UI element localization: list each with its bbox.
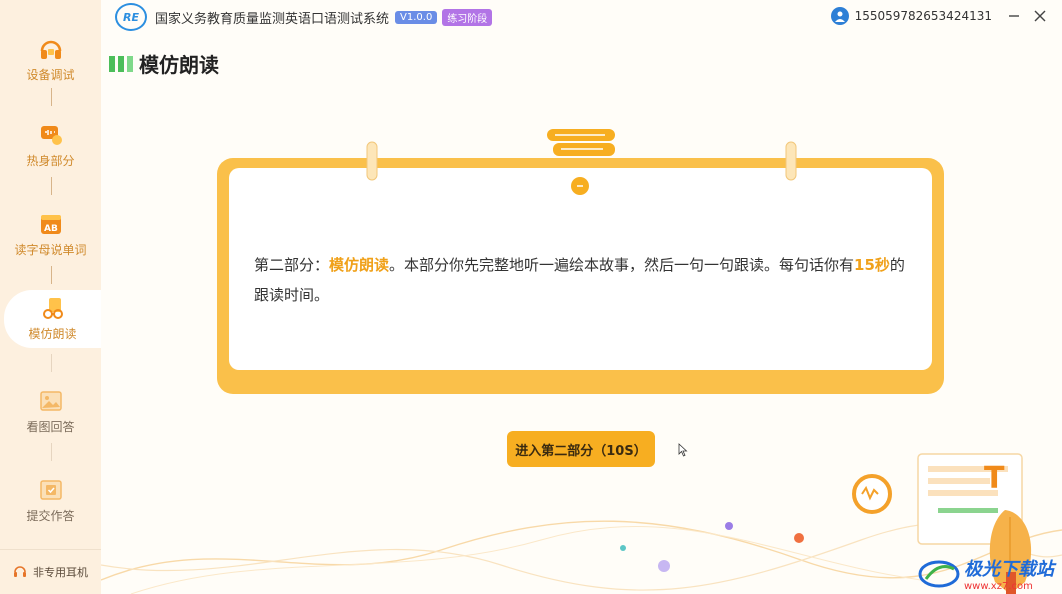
sidebar-divider [51, 177, 52, 195]
heading-bars [109, 55, 133, 72]
watermark-url: www.xz7.com [964, 581, 1033, 592]
sidebar-item-picture-answer[interactable]: 看图回答 [0, 383, 101, 441]
svg-text:AB: AB [44, 224, 58, 234]
sidebar-item-label: 模仿朗读 [28, 327, 77, 341]
sidebar-item-imitation-reading[interactable]: 模仿朗读 [4, 290, 101, 348]
watermark-title: 极光下载站 [964, 559, 1054, 580]
sidebar-divider [51, 443, 52, 461]
sidebar-divider [51, 88, 52, 106]
book-stack-icon [547, 129, 615, 156]
sidebar-item-label: 提交作答 [26, 509, 75, 523]
avatar [830, 7, 849, 25]
section-heading: 模仿朗读 [109, 49, 219, 78]
headphones-icon [39, 37, 63, 61]
submit-icon [39, 478, 63, 502]
svg-text:T: T [984, 461, 1005, 496]
instruction-highlight-part: 模仿朗读 [329, 256, 390, 274]
watermark: 极光下载站 www.xz7.com [918, 555, 1054, 592]
page-title: 模仿朗读 [139, 53, 219, 77]
sidebar-divider [51, 266, 52, 284]
board-pin-right [785, 141, 797, 181]
sidebar-item-letters-words[interactable]: AB 读字母说单词 [0, 206, 101, 264]
sidebar-item-submit[interactable]: 提交作答 [0, 472, 101, 530]
instruction-highlight-time: 15秒 [854, 256, 890, 274]
minimize-icon [1009, 15, 1019, 17]
enter-part-two-button[interactable]: 进入第二部分（10S） [507, 431, 655, 467]
sidebar-item-label: 读字母说单词 [14, 243, 87, 257]
sidebar-item-label: 热身部分 [26, 154, 75, 168]
warmup-icon [39, 123, 63, 147]
stage-badge: 练习阶段 [442, 8, 493, 26]
headset-label: 非专用耳机 [33, 566, 88, 579]
instruction-body: 。本部分你先完整地听一遍绘本故事，然后一句一句跟读。每句话你有 [389, 256, 855, 274]
cursor-icon [678, 443, 688, 457]
sidebar-divider [51, 354, 52, 372]
user-info: 155059782653424131 [830, 7, 992, 25]
user-id: 155059782653424131 [854, 9, 992, 23]
close-button[interactable] [1030, 6, 1050, 26]
minimize-button[interactable] [1004, 6, 1024, 26]
reading-icon [41, 296, 65, 320]
board-button-icon [571, 177, 589, 195]
close-icon [1034, 10, 1046, 22]
sidebar: 设备调试 热身部分 AB 读字母说单词 模仿朗读 看图回答 提交作答 非专用耳机 [0, 0, 101, 594]
sidebar-item-device-check[interactable]: 设备调试 [0, 31, 101, 89]
letters-icon: AB [39, 212, 63, 236]
app-title: 国家义务教育质量监测英语口语测试系统 [155, 11, 390, 27]
version-badge: V1.0.0 [395, 10, 438, 24]
sidebar-item-label: 看图回答 [26, 420, 75, 434]
instruction-text: 第二部分：模仿朗读。本部分你先完整地听一遍绘本故事，然后一句一句跟读。每句话你有… [254, 250, 914, 310]
app-logo: RE [115, 3, 147, 31]
picture-icon [39, 389, 63, 413]
board-pin-left [366, 141, 378, 181]
instruction-prefix: 第二部分： [254, 256, 330, 274]
headset-icon [13, 564, 27, 581]
watermark-logo-icon [918, 560, 960, 587]
sidebar-item-label: 设备调试 [26, 68, 75, 82]
headset-status: 非专用耳机 [0, 549, 101, 594]
sidebar-item-warmup[interactable]: 热身部分 [0, 117, 101, 175]
